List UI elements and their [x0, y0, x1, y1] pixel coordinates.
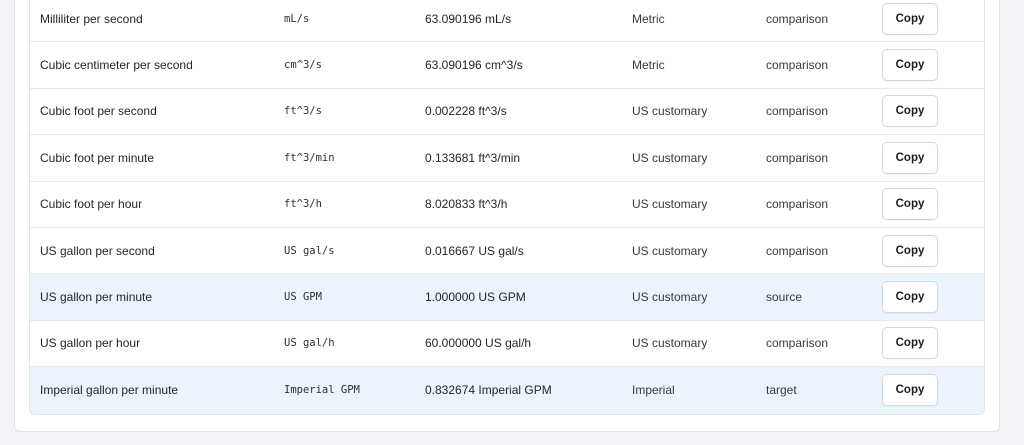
- table-row: Cubic centimeter per second cm^3/s 63.09…: [30, 42, 984, 89]
- copy-button[interactable]: Copy: [882, 281, 938, 314]
- row-role: comparison: [766, 11, 829, 26]
- table-row: US gallon per minute US GPM 1.000000 US …: [30, 274, 984, 321]
- unit-name: Milliliter per second: [40, 11, 143, 26]
- measurement-system: US customary: [632, 104, 708, 119]
- action-cell: Copy: [882, 135, 938, 180]
- converted-value: 60.000000 US gal/h: [425, 336, 532, 351]
- table-row: Milliliter per second mL/s 63.090196 mL/…: [30, 0, 984, 43]
- row-role: source: [766, 290, 803, 305]
- converted-value: 0.016667 US gal/s: [425, 243, 524, 258]
- measurement-system: US customary: [632, 197, 708, 212]
- action-cell: Copy: [882, 42, 938, 87]
- row-role: comparison: [766, 58, 829, 73]
- unit-name: Cubic foot per second: [40, 104, 157, 119]
- unit-name: Cubic centimeter per second: [40, 58, 193, 73]
- row-role: comparison: [766, 150, 829, 165]
- measurement-system: US customary: [632, 150, 708, 165]
- table-row: US gallon per second US gal/s 0.016667 U…: [30, 228, 984, 275]
- unit-symbol: US GPM: [284, 291, 322, 304]
- unit-symbol: mL/s: [284, 12, 310, 25]
- unit-symbol: US gal/s: [284, 244, 335, 257]
- copy-button[interactable]: Copy: [882, 234, 938, 267]
- copy-button[interactable]: Copy: [882, 141, 938, 174]
- copy-button[interactable]: Copy: [882, 2, 938, 35]
- action-cell: Copy: [882, 89, 938, 134]
- unit-symbol: ft^3/h: [284, 198, 322, 211]
- copy-button[interactable]: Copy: [882, 95, 938, 128]
- row-role: comparison: [766, 197, 829, 212]
- copy-button[interactable]: Copy: [882, 327, 938, 360]
- unit-symbol: ft^3/min: [284, 151, 335, 164]
- action-cell: Copy: [882, 182, 938, 227]
- measurement-system: US customary: [632, 243, 708, 258]
- action-cell: Copy: [882, 367, 938, 413]
- unit-name: US gallon per hour: [40, 336, 141, 351]
- page: Milliliter per second mL/s 63.090196 mL/…: [0, 0, 1024, 445]
- table-row: Cubic foot per hour ft^3/h 8.020833 ft^3…: [30, 182, 984, 228]
- copy-button[interactable]: Copy: [882, 49, 938, 82]
- table-row: Cubic foot per second ft^3/s 0.002228 ft…: [30, 89, 984, 136]
- measurement-system: US customary: [632, 336, 708, 351]
- measurement-system: Imperial: [632, 383, 675, 398]
- measurement-system: Metric: [632, 11, 665, 26]
- row-role: comparison: [766, 104, 829, 119]
- copy-button[interactable]: Copy: [882, 374, 938, 407]
- measurement-system: Metric: [632, 58, 665, 73]
- unit-symbol: cm^3/s: [284, 59, 322, 72]
- measurement-system: US customary: [632, 290, 708, 305]
- copy-button[interactable]: Copy: [882, 188, 938, 221]
- unit-symbol: Imperial GPM: [284, 384, 360, 397]
- converted-value: 0.133681 ft^3/min: [425, 150, 521, 165]
- unit-symbol: ft^3/s: [284, 105, 322, 118]
- table-row: Imperial gallon per minute Imperial GPM …: [30, 367, 984, 414]
- unit-name: Imperial gallon per minute: [40, 383, 179, 398]
- unit-name: Cubic foot per minute: [40, 150, 155, 165]
- table-row: US gallon per hour US gal/h 60.000000 US…: [30, 321, 984, 368]
- unit-name: US gallon per second: [40, 243, 155, 258]
- table-body: Milliliter per second mL/s 63.090196 mL/…: [30, 0, 984, 414]
- converted-value: 0.832674 Imperial GPM: [425, 383, 552, 398]
- table-row: Cubic foot per minute ft^3/min 0.133681 …: [30, 135, 984, 182]
- action-cell: Copy: [882, 228, 938, 273]
- action-cell: Copy: [882, 274, 938, 319]
- converted-value: 1.000000 US GPM: [425, 290, 526, 305]
- action-cell: Copy: [882, 0, 938, 41]
- converted-value: 8.020833 ft^3/h: [425, 197, 508, 212]
- row-role: target: [766, 383, 797, 398]
- converted-value: 63.090196 cm^3/s: [425, 58, 523, 73]
- row-role: comparison: [766, 243, 829, 258]
- unit-name: US gallon per minute: [40, 290, 153, 305]
- converted-value: 0.002228 ft^3/s: [425, 104, 507, 119]
- unit-name: Cubic foot per hour: [40, 197, 143, 212]
- conversion-table: Milliliter per second mL/s 63.090196 mL/…: [29, 0, 985, 415]
- converted-value: 63.090196 mL/s: [425, 11, 512, 26]
- unit-symbol: US gal/h: [284, 337, 335, 350]
- row-role: comparison: [766, 336, 829, 351]
- action-cell: Copy: [882, 321, 938, 366]
